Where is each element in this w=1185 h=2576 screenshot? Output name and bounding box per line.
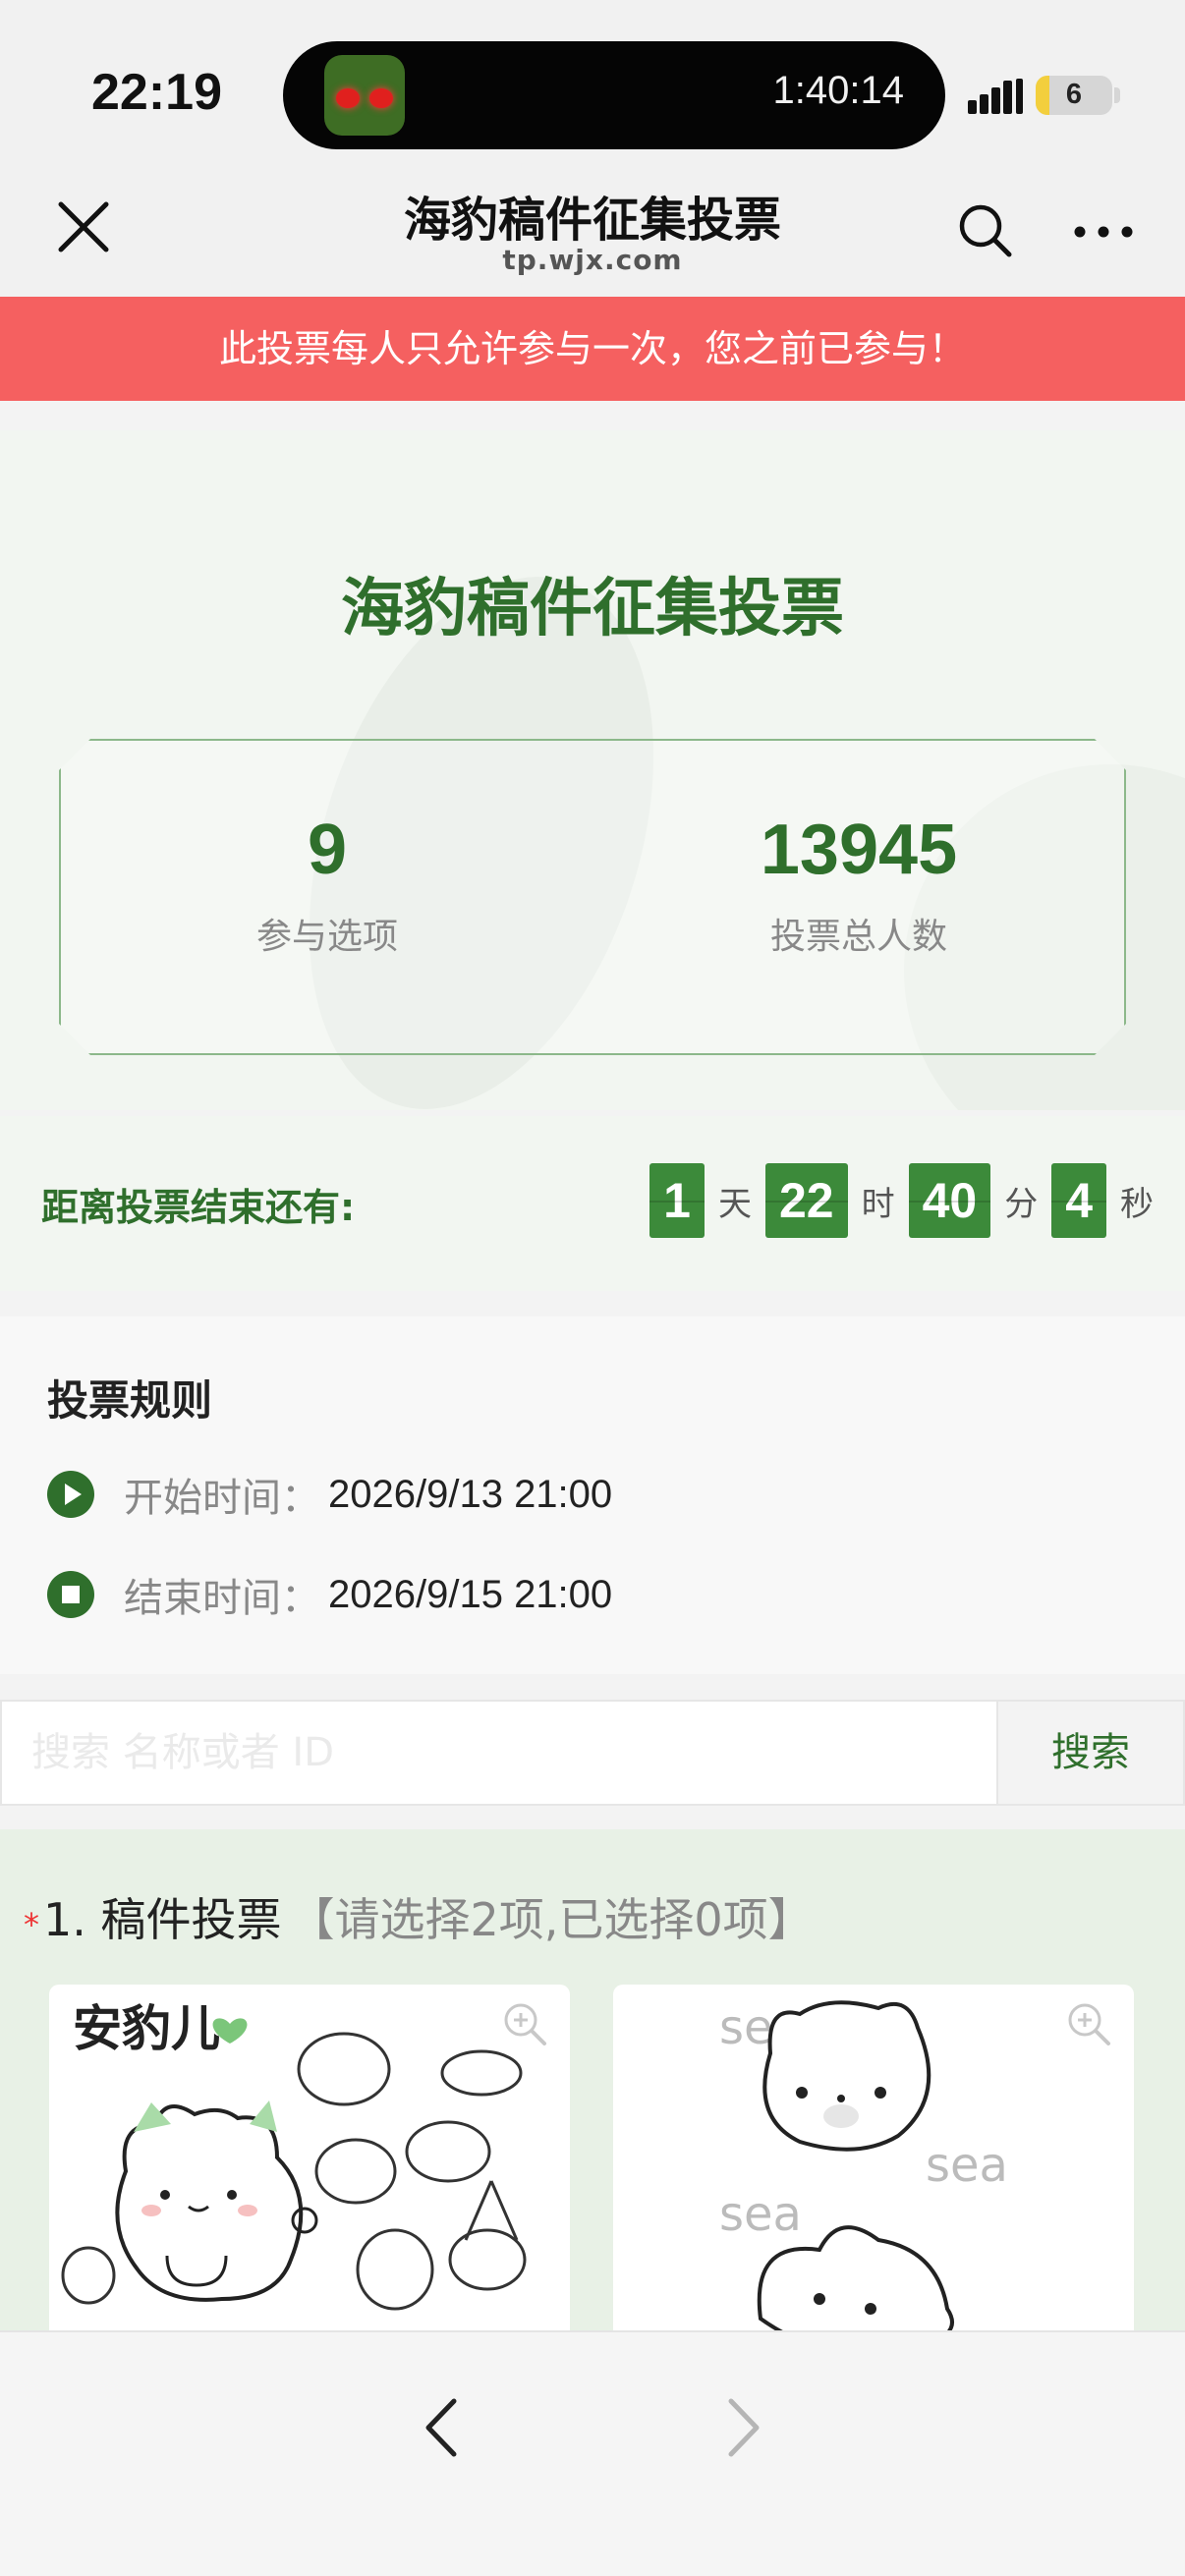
battery-level: 6 [1065, 79, 1083, 110]
option-card[interactable]: 安豹儿 [49, 1985, 570, 2334]
play-icon [47, 1471, 94, 1518]
required-mark: * [24, 1906, 39, 1943]
option-image: 安豹儿 [61, 2000, 527, 2311]
countdown-days: 1 [649, 1163, 705, 1238]
more-icon[interactable] [1071, 200, 1136, 261]
app-icon [324, 55, 405, 136]
countdown-days-unit: 天 [717, 1184, 752, 1224]
countdown-label: 距离投票结束还有: [41, 1186, 356, 1229]
chevron-left-icon[interactable] [413, 2393, 472, 2462]
status-bar: 22:19 1:40:14 6 [0, 0, 1185, 187]
option-card[interactable]: sea sea sea [613, 1985, 1134, 2334]
survey-header: 海豹稿件征集投票 9 参与选项 13945 投票总人数 [0, 430, 1185, 1110]
rule-start-time: 开始时间： 2026/9/13 21:00 [47, 1466, 612, 1523]
rules-title: 投票规则 [47, 1376, 213, 1425]
chevron-right-icon[interactable] [713, 2393, 772, 2462]
already-voted-alert: 此投票每人只允许参与一次，您之前已参与！ [0, 297, 1185, 401]
signal-icon [968, 79, 1025, 114]
option-image: sea sea sea [719, 2000, 1008, 2334]
option-image-word: sea [926, 2138, 1008, 2193]
status-clock: 22:19 [91, 64, 222, 121]
stop-icon [47, 1571, 94, 1618]
stat-label: 投票总人数 [769, 917, 947, 957]
end-time-label: 结束时间： [124, 1576, 320, 1621]
search-button[interactable]: 搜索 [996, 1702, 1183, 1804]
option-image-heading: 安豹儿 [73, 2000, 220, 2057]
vote-rules: 投票规则 开始时间： 2026/9/13 21:00 结束时间： 2026/9/… [0, 1316, 1185, 1674]
countdown-seconds: 4 [1051, 1163, 1106, 1238]
countdown-bar: 距离投票结束还有: 1 天 22 时 40 分 4 秒 [0, 1116, 1185, 1291]
question-hint: 【请选择2项,已选择0项】 [289, 1893, 814, 1946]
question-header: * 1. 稿件投票 【请选择2项,已选择0项】 [24, 1884, 814, 1949]
countdown-hours-unit: 时 [861, 1184, 895, 1224]
browser-toolbar [0, 2330, 1185, 2576]
search-icon[interactable] [955, 200, 1016, 261]
rule-end-time: 结束时间： 2026/9/15 21:00 [47, 1566, 612, 1623]
search-bar: 搜索 [0, 1700, 1185, 1806]
countdown-minutes-unit: 分 [1004, 1184, 1039, 1224]
dynamic-island[interactable]: 1:40:14 [283, 41, 945, 149]
battery-icon: 6 [1036, 76, 1112, 115]
countdown-timer: 1 天 22 时 40 分 4 秒 [649, 1163, 1154, 1238]
zoom-icon[interactable] [1063, 1998, 1114, 2049]
stat-options: 9 参与选项 [131, 810, 524, 959]
stats-box: 9 参与选项 13945 投票总人数 [59, 739, 1126, 1055]
countdown-hours: 22 [764, 1163, 848, 1238]
stat-value: 13945 [760, 811, 958, 889]
survey-title: 海豹稿件征集投票 [341, 573, 844, 645]
countdown-seconds-unit: 秒 [1120, 1184, 1154, 1224]
stat-voters: 13945 投票总人数 [662, 810, 1055, 959]
end-time-value: 2026/9/15 21:00 [328, 1572, 613, 1616]
navigation-bar: 海豹稿件征集投票 tp.wjx.com [0, 167, 1185, 297]
stat-value: 9 [307, 811, 348, 889]
search-input[interactable] [2, 1702, 996, 1804]
start-time-label: 开始时间： [124, 1476, 320, 1521]
option-image-word: sea [719, 2187, 802, 2242]
activity-timer: 1:40:14 [772, 69, 904, 112]
countdown-minutes: 40 [908, 1163, 991, 1238]
start-time-value: 2026/9/13 21:00 [328, 1472, 613, 1516]
stat-label: 参与选项 [255, 917, 398, 957]
question-title: 1. 稿件投票 [43, 1893, 282, 1946]
question-1: * 1. 稿件投票 【请选择2项,已选择0项】 安豹儿 sea sea sea [0, 1829, 1185, 2334]
zoom-icon[interactable] [499, 1998, 550, 2049]
